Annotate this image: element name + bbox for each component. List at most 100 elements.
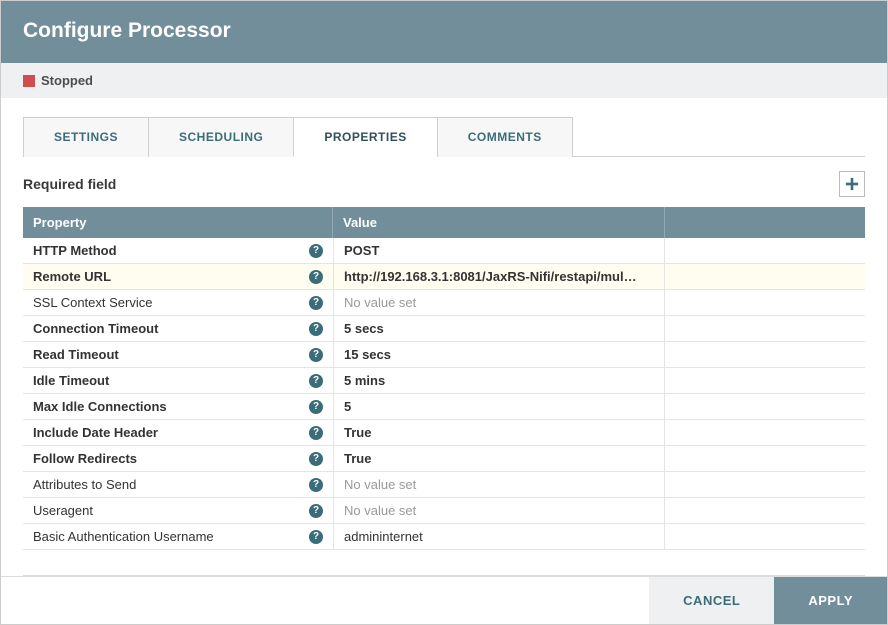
property-value: 5 [344, 399, 351, 414]
property-value: 5 secs [344, 321, 384, 336]
property-action-cell [665, 238, 865, 263]
status-bar: Stopped [1, 63, 887, 98]
property-value-cell[interactable]: 5 secs [333, 316, 665, 341]
tab-comments[interactable]: COMMENTS [437, 117, 573, 157]
properties-table: Property Value HTTP Method? POST Remote UR… [23, 207, 865, 576]
property-name-cell: HTTP Method? [23, 238, 333, 263]
table-row[interactable]: Include Date Header? True [23, 420, 865, 446]
property-name-cell: Max Idle Connections? [23, 394, 333, 419]
property-value-cell[interactable]: 15 secs [333, 342, 665, 367]
property-name-cell: SSL Context Service? [23, 290, 333, 315]
property-name: HTTP Method [33, 243, 117, 258]
col-property: Property [23, 207, 333, 238]
property-name: Connection Timeout [33, 321, 158, 336]
property-value: 15 secs [344, 347, 391, 362]
property-name-cell: Follow Redirects? [23, 446, 333, 471]
help-icon[interactable]: ? [309, 244, 323, 258]
stopped-icon [23, 75, 35, 87]
help-icon[interactable]: ? [309, 426, 323, 440]
property-value-cell[interactable]: True [333, 420, 665, 445]
property-value: No value set [344, 295, 416, 310]
dialog-body: SETTINGS SCHEDULING PROPERTIES COMMENTS … [1, 98, 887, 576]
property-action-cell [665, 420, 865, 445]
configure-processor-dialog: Configure Processor Stopped SETTINGS SCH… [0, 0, 888, 625]
table-row[interactable]: Max Idle Connections? 5 [23, 394, 865, 420]
property-name: Attributes to Send [33, 477, 136, 492]
tab-settings[interactable]: SETTINGS [23, 117, 149, 157]
add-property-button[interactable] [839, 171, 865, 197]
property-action-cell [665, 290, 865, 315]
property-action-cell [665, 394, 865, 419]
property-value: True [344, 451, 371, 466]
table-row[interactable]: HTTP Method? POST [23, 238, 865, 264]
property-value: admininternet [344, 529, 423, 544]
property-name-cell: Remote URL? [23, 264, 333, 289]
subheader: Required field [23, 157, 865, 207]
property-value-cell[interactable]: 5 mins [333, 368, 665, 393]
table-row[interactable]: Read Timeout? 15 secs [23, 342, 865, 368]
property-name: SSL Context Service [33, 295, 152, 310]
tab-scheduling[interactable]: SCHEDULING [148, 117, 294, 157]
table-header: Property Value [23, 207, 865, 238]
table-row[interactable]: Attributes to Send? No value set [23, 472, 865, 498]
property-action-cell [665, 524, 865, 549]
property-name-cell: Idle Timeout? [23, 368, 333, 393]
table-body[interactable]: HTTP Method?POSTRemote URL?http://192.16… [23, 238, 865, 576]
property-name-cell: Read Timeout? [23, 342, 333, 367]
property-action-cell [665, 498, 865, 523]
apply-button[interactable]: APPLY [774, 577, 887, 624]
property-action-cell [665, 446, 865, 471]
col-value: Value [333, 207, 665, 238]
property-value: 5 mins [344, 373, 385, 388]
help-icon[interactable]: ? [309, 504, 323, 518]
property-value-cell[interactable]: No value set [333, 472, 665, 497]
table-row[interactable]: Basic Authentication Username? admininter… [23, 524, 865, 550]
property-name: Useragent [33, 503, 93, 518]
help-icon[interactable]: ? [309, 270, 323, 284]
property-action-cell [665, 342, 865, 367]
property-name: Read Timeout [33, 347, 119, 362]
property-name: Max Idle Connections [33, 399, 167, 414]
table-row[interactable]: Idle Timeout? 5 mins [23, 368, 865, 394]
help-icon[interactable]: ? [309, 452, 323, 466]
help-icon[interactable]: ? [309, 478, 323, 492]
table-row[interactable]: Remote URL?http://192.168.3.1:8081/JaxRS… [23, 264, 865, 290]
tab-bar: SETTINGS SCHEDULING PROPERTIES COMMENTS [23, 116, 865, 157]
property-value-cell[interactable]: admininternet [333, 524, 665, 549]
property-value-cell[interactable]: No value set [333, 290, 665, 315]
property-value-cell[interactable]: No value set [333, 498, 665, 523]
help-icon[interactable]: ? [309, 348, 323, 362]
table-row[interactable]: SSL Context Service? No value set [23, 290, 865, 316]
required-field-label: Required field [23, 176, 116, 192]
property-value-cell[interactable]: http://192.168.3.1:8081/JaxRS-Nifi/resta… [333, 264, 665, 289]
property-value: No value set [344, 477, 416, 492]
property-name-cell: Include Date Header? [23, 420, 333, 445]
cancel-button[interactable]: CANCEL [649, 577, 774, 624]
property-name-cell: Basic Authentication Username? [23, 524, 333, 549]
property-name: Remote URL [33, 269, 111, 284]
property-name-cell: Attributes to Send? [23, 472, 333, 497]
dialog-footer: CANCEL APPLY [1, 576, 887, 624]
table-row[interactable]: Useragent? No value set [23, 498, 865, 524]
help-icon[interactable]: ? [309, 374, 323, 388]
property-value-cell[interactable]: True [333, 446, 665, 471]
help-icon[interactable]: ? [309, 296, 323, 310]
property-value: True [344, 425, 371, 440]
property-value: No value set [344, 503, 416, 518]
property-name: Idle Timeout [33, 373, 109, 388]
property-value: POST [344, 243, 379, 258]
property-action-cell [665, 368, 865, 393]
property-name-cell: Useragent? [23, 498, 333, 523]
property-name: Follow Redirects [33, 451, 137, 466]
dialog-header: Configure Processor [1, 1, 887, 63]
table-row[interactable]: Follow Redirects? True [23, 446, 865, 472]
property-name: Basic Authentication Username [33, 529, 214, 544]
table-row[interactable]: Connection Timeout? 5 secs [23, 316, 865, 342]
property-value-cell[interactable]: 5 [333, 394, 665, 419]
tab-properties[interactable]: PROPERTIES [293, 117, 437, 157]
help-icon[interactable]: ? [309, 322, 323, 336]
property-value-cell[interactable]: POST [333, 238, 665, 263]
help-icon[interactable]: ? [309, 400, 323, 414]
col-actions [665, 207, 865, 238]
help-icon[interactable]: ? [309, 530, 323, 544]
